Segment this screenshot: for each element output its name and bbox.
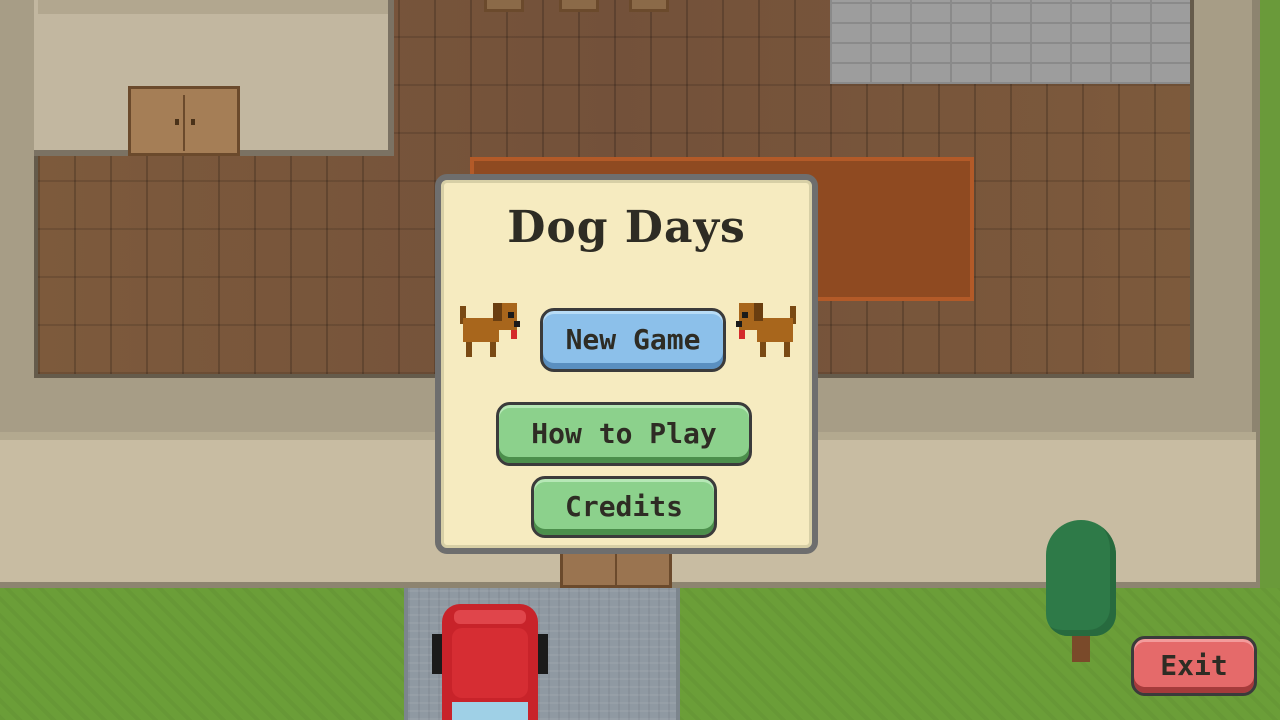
red-car xyxy=(432,604,548,720)
main-menu-panel: Dog Days New Game How to Play Credits xyxy=(435,174,818,554)
new-game-button[interactable]: New Game xyxy=(540,308,726,372)
cabinet xyxy=(128,86,240,156)
how-to-play-button[interactable]: How to Play xyxy=(496,402,752,466)
exit-button[interactable]: Exit xyxy=(1131,636,1257,696)
dog-icon xyxy=(736,303,796,357)
credits-button[interactable]: Credits xyxy=(531,476,717,538)
game-title: Dog Days xyxy=(507,202,746,253)
tree xyxy=(1046,520,1116,662)
inner-room-wall xyxy=(38,0,388,14)
dog-icon xyxy=(460,303,520,357)
front-door xyxy=(560,548,672,588)
table-and-chairs xyxy=(484,0,674,14)
stone-tiles xyxy=(830,0,1190,84)
